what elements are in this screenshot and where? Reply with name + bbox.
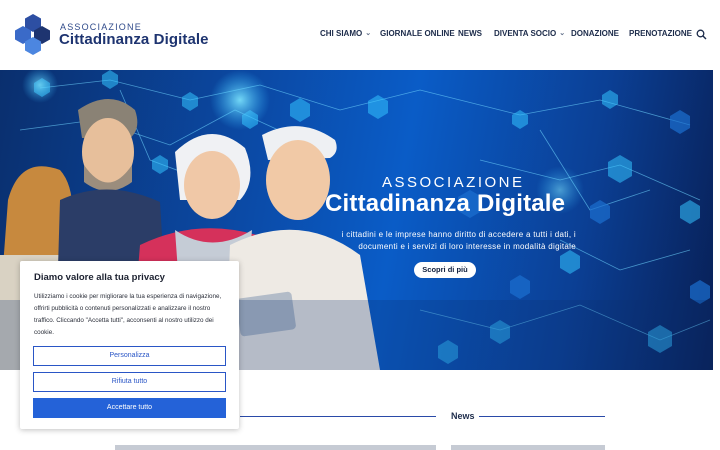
- news-divider: [479, 416, 605, 417]
- news-thumbnail[interactable]: [451, 445, 605, 450]
- customize-button[interactable]: Personalizza: [33, 346, 226, 366]
- brand-name[interactable]: Cittadinanza Digitale: [59, 31, 209, 48]
- hero-subtitle: i cittadini e le imprese hanno diritto d…: [341, 230, 576, 251]
- nav-label: DIVENTA SOCIO: [494, 29, 557, 38]
- hexagon-logo-icon[interactable]: [14, 13, 52, 55]
- nav-news[interactable]: NEWS: [458, 29, 482, 38]
- search-icon[interactable]: [696, 29, 707, 40]
- nav-label: NEWS: [458, 29, 482, 38]
- chevron-down-icon: ⌄: [365, 30, 372, 37]
- cookie-description: Utilizziamo i cookie per migliorare la t…: [34, 293, 222, 336]
- accept-all-button[interactable]: Accettare tutto: [33, 398, 226, 418]
- article-thumbnail[interactable]: [115, 445, 436, 450]
- cookie-consent-dialog: Diamo valore alla tua privacy Utilizziam…: [20, 261, 239, 429]
- nav-label: GIORNALE ONLINE: [380, 29, 455, 38]
- site-header: ASSOCIAZIONE Cittadinanza Digitale CHI S…: [0, 0, 720, 70]
- nav-label: DONAZIONE: [571, 29, 619, 38]
- nav-prenotazione[interactable]: PRENOTAZIONE: [629, 29, 692, 38]
- nav-label: PRENOTAZIONE: [629, 29, 692, 38]
- nav-diventa-socio[interactable]: DIVENTA SOCIO ⌄: [494, 29, 565, 38]
- reject-all-button[interactable]: Rifiuta tutto: [33, 372, 226, 392]
- discover-more-button[interactable]: Scopri di più: [414, 262, 476, 278]
- section-divider: [240, 416, 436, 417]
- chevron-down-icon: ⌄: [559, 30, 566, 37]
- hero-title: Cittadinanza Digitale: [325, 190, 566, 217]
- nav-donazione[interactable]: DONAZIONE: [571, 29, 619, 38]
- cookie-title: Diamo valore alla tua privacy: [34, 272, 165, 283]
- nav-giornale-online[interactable]: GIORNALE ONLINE: [380, 29, 455, 38]
- nav-label: CHI SIAMO: [320, 29, 363, 38]
- news-section-title: News: [451, 411, 475, 421]
- nav-chi-siamo[interactable]: CHI SIAMO ⌄: [320, 29, 371, 38]
- hero-kicker: ASSOCIAZIONE: [382, 174, 525, 191]
